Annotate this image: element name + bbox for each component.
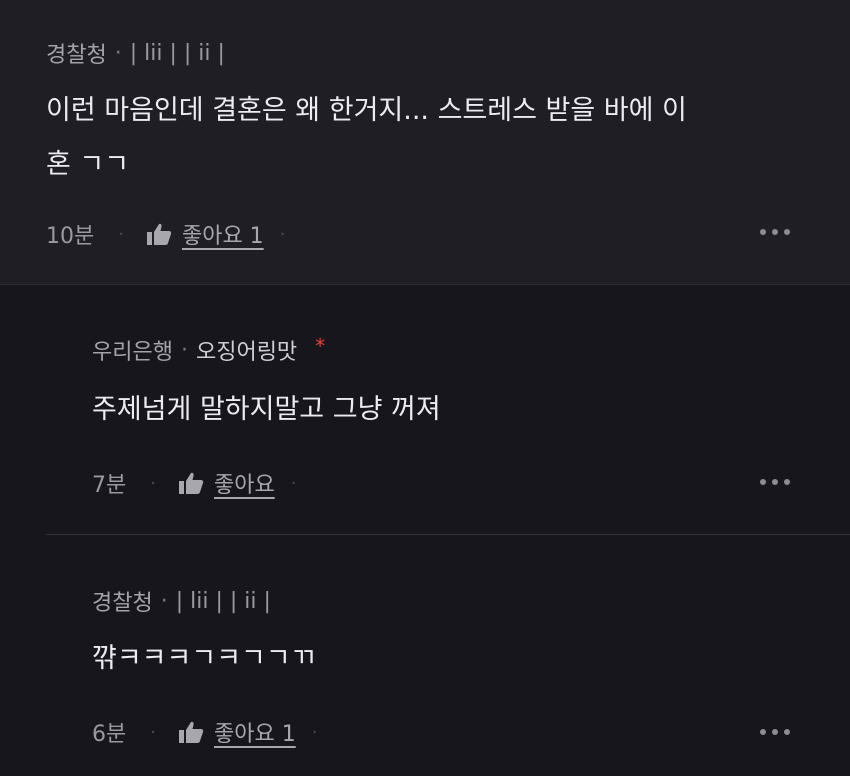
- user-subtitle: | lii | | ii |: [175, 588, 271, 614]
- comment-meta: 경찰청 · | lii | | ii |: [92, 585, 271, 617]
- more-options-icon[interactable]: [760, 729, 790, 735]
- thumbs-up-icon: [178, 472, 204, 494]
- footer-dot: ·: [150, 721, 156, 743]
- reply-item: 우리은행 · 오징어링맛 * 주제넘게 말하지말고 그냥 꺼져 7분 · 좋아요…: [0, 286, 850, 534]
- comment-meta: 경찰청 · | lii | | ii |: [46, 37, 225, 69]
- timestamp: 10분: [46, 224, 95, 249]
- like-button[interactable]: 좋아요 1: [146, 218, 264, 250]
- like-label: 좋아요 1: [181, 224, 264, 249]
- comment-meta: 우리은행 · 오징어링맛 *: [92, 334, 325, 366]
- like-label: 좋아요: [213, 473, 275, 498]
- user-subtitle: | lii | | ii |: [129, 40, 225, 66]
- comment-footer: 7분 · 좋아요 ·: [92, 467, 296, 499]
- comment-text: 이런 마음인데 결혼은 왜 한거지... 스트레스 받을 바에 이 혼 ㄱㄱ: [46, 95, 687, 180]
- footer-dot: ·: [150, 472, 156, 494]
- footer-dot: ·: [279, 223, 286, 245]
- like-button[interactable]: 좋아요: [178, 467, 275, 499]
- like-button[interactable]: 좋아요 1: [178, 716, 296, 748]
- footer-dot: ·: [118, 223, 124, 245]
- meta-dot: ·: [180, 337, 188, 363]
- nickname[interactable]: 우리은행: [92, 334, 173, 366]
- footer-dot: ·: [311, 721, 318, 743]
- nickname[interactable]: 경찰청: [92, 585, 153, 617]
- more-options-icon[interactable]: [760, 229, 790, 235]
- reply-item: 경찰청 · | lii | | ii | 꺆ㅋㅋㅋㄱㅋㄱㄱㄲ 6분 · 좋아요 …: [0, 535, 850, 776]
- timestamp: 7분: [92, 473, 127, 498]
- more-options-icon[interactable]: [760, 479, 790, 485]
- comment-footer: 6분 · 좋아요 1 ·: [92, 716, 317, 748]
- comment-footer: 10분 · 좋아요 1 ·: [46, 218, 285, 250]
- meta-dot: ·: [160, 588, 168, 614]
- thumbs-up-icon: [178, 721, 204, 743]
- author-badge: *: [315, 334, 326, 358]
- timestamp: 6분: [92, 722, 127, 747]
- thumbs-up-icon: [146, 223, 172, 245]
- like-label: 좋아요 1: [213, 722, 296, 747]
- meta-dot: ·: [114, 40, 122, 66]
- user-subtitle: 오징어링맛: [195, 340, 298, 365]
- nickname[interactable]: 경찰청: [46, 37, 107, 69]
- comment-text: 주제넘게 말하지말고 그냥 꺼져: [92, 394, 441, 425]
- comment-text: 꺆ㅋㅋㅋㄱㅋㄱㄱㄲ: [92, 643, 316, 674]
- footer-dot: ·: [290, 472, 297, 494]
- comment-item: 경찰청 · | lii | | ii | 이런 마음인데 결혼은 왜 한거지..…: [0, 0, 850, 285]
